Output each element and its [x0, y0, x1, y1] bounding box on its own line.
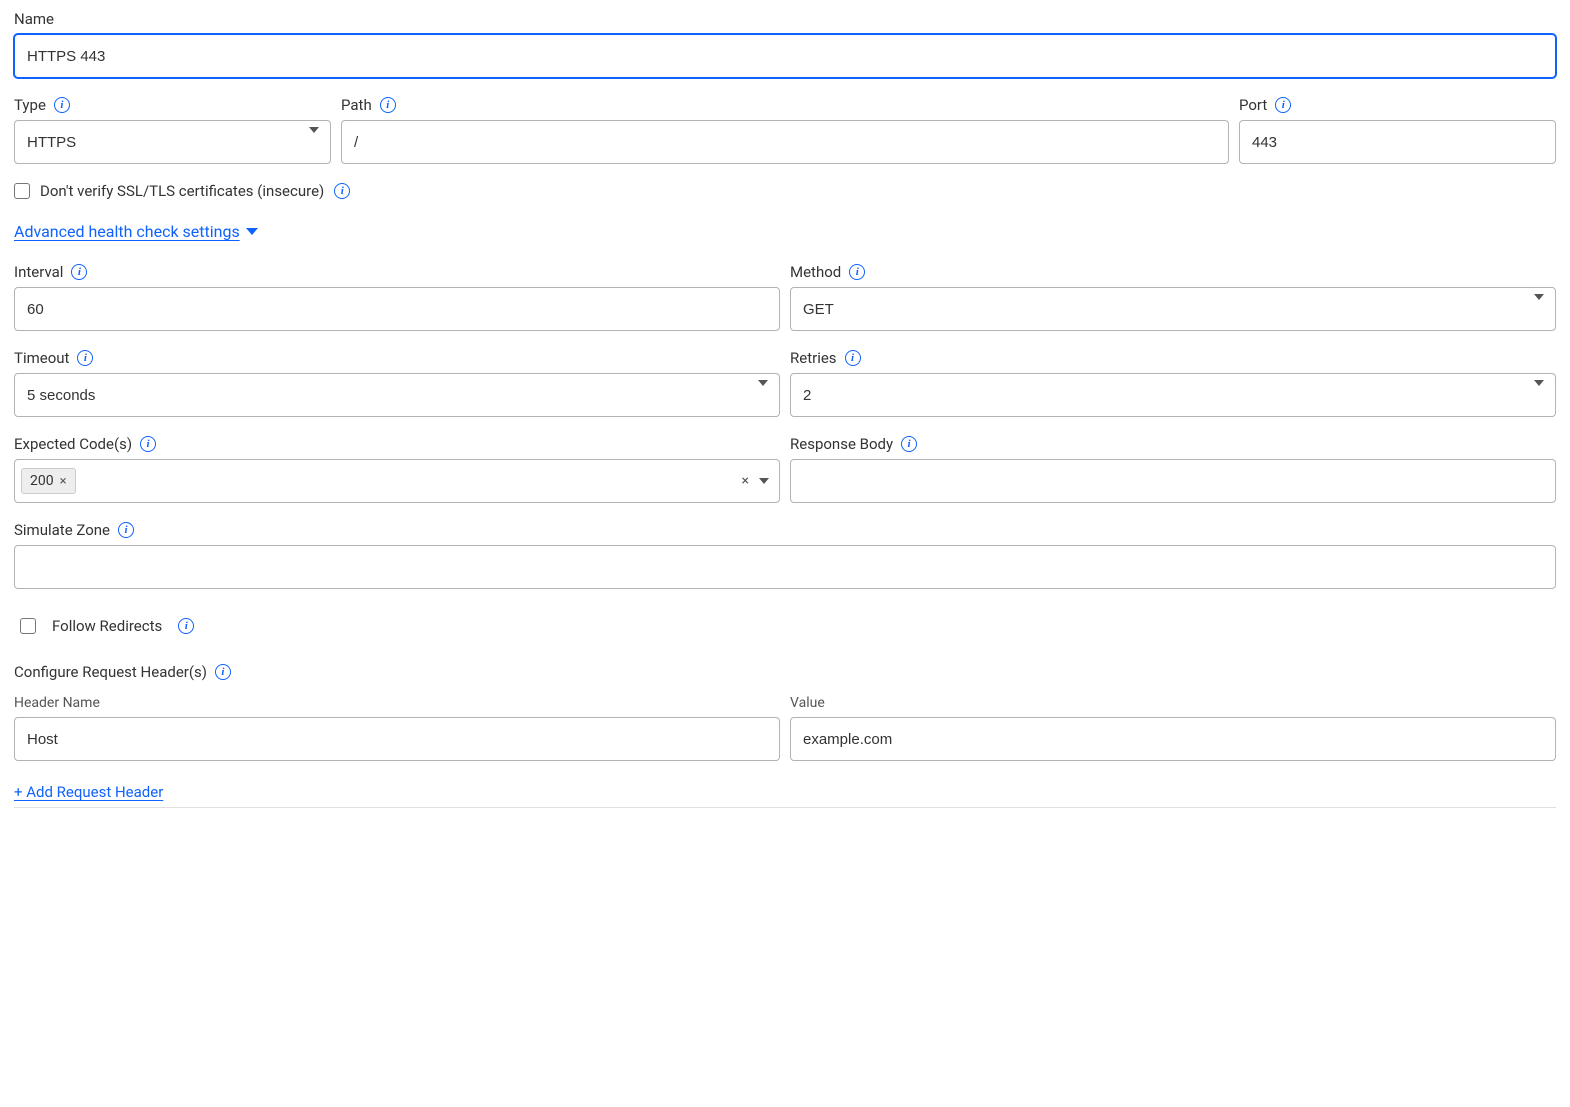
type-select[interactable]: HTTPS [14, 120, 331, 164]
header-value-col-label: Value [790, 695, 1556, 711]
clear-all-icon[interactable]: × [742, 473, 749, 489]
timeout-select-value: 5 seconds [27, 387, 95, 404]
ssl-verify-checkbox[interactable] [14, 183, 30, 199]
info-icon[interactable]: i [215, 664, 231, 680]
response-body-label: Response Body i [790, 435, 1556, 453]
method-label: Method i [790, 263, 1556, 281]
port-label: Port i [1239, 96, 1556, 114]
expected-codes-input[interactable]: 200 × × [14, 459, 780, 503]
divider [14, 807, 1556, 808]
timeout-select[interactable]: 5 seconds [14, 373, 780, 417]
simulate-zone-label: Simulate Zone i [14, 521, 1556, 539]
method-select[interactable]: GET [790, 287, 1556, 331]
info-icon[interactable]: i [849, 264, 865, 280]
header-name-col-label: Header Name [14, 695, 780, 711]
response-body-label-text: Response Body [790, 435, 893, 453]
info-icon[interactable]: i [118, 522, 134, 538]
advanced-settings-label: Advanced health check settings [14, 222, 240, 241]
interval-label: Interval i [14, 263, 780, 281]
info-icon[interactable]: i [178, 618, 194, 634]
caret-down-icon [246, 228, 258, 235]
type-label: Type i [14, 96, 331, 114]
expected-codes-label: Expected Code(s) i [14, 435, 780, 453]
name-input[interactable] [14, 34, 1556, 78]
type-select-value: HTTPS [27, 134, 76, 151]
method-select-value: GET [803, 301, 834, 318]
interval-label-text: Interval [14, 263, 63, 281]
info-icon[interactable]: i [77, 350, 93, 366]
path-label-text: Path [341, 96, 372, 114]
expected-code-tag-text: 200 [30, 473, 54, 489]
retries-label: Retries i [790, 349, 1556, 367]
chevron-down-icon[interactable] [759, 478, 769, 484]
ssl-verify-label: Don't verify SSL/TLS certificates (insec… [40, 182, 324, 200]
path-label: Path i [341, 96, 1229, 114]
advanced-settings-toggle[interactable]: Advanced health check settings [14, 222, 258, 241]
method-label-text: Method [790, 263, 841, 281]
info-icon[interactable]: i [901, 436, 917, 452]
info-icon[interactable]: i [140, 436, 156, 452]
add-request-header-link[interactable]: + Add Request Header [14, 783, 163, 801]
interval-input[interactable] [14, 287, 780, 331]
info-icon[interactable]: i [845, 350, 861, 366]
header-value-input[interactable] [790, 717, 1556, 761]
timeout-label: Timeout i [14, 349, 780, 367]
port-input[interactable] [1239, 120, 1556, 164]
info-icon[interactable]: i [71, 264, 87, 280]
configure-headers-label: Configure Request Header(s) i [14, 663, 1556, 681]
follow-redirects-checkbox[interactable] [20, 618, 36, 634]
retries-label-text: Retries [790, 349, 837, 367]
timeout-label-text: Timeout [14, 349, 69, 367]
expected-codes-label-text: Expected Code(s) [14, 435, 132, 453]
simulate-zone-label-text: Simulate Zone [14, 521, 110, 539]
expected-code-tag: 200 × [21, 468, 76, 494]
tag-remove-icon[interactable]: × [60, 474, 67, 489]
simulate-zone-input[interactable] [14, 545, 1556, 589]
type-label-text: Type [14, 96, 46, 114]
name-label-text: Name [14, 10, 54, 28]
retries-select[interactable]: 2 [790, 373, 1556, 417]
info-icon[interactable]: i [380, 97, 396, 113]
follow-redirects-label: Follow Redirects [52, 617, 162, 635]
retries-select-value: 2 [803, 387, 811, 404]
path-input[interactable] [341, 120, 1229, 164]
name-label: Name [14, 10, 1556, 28]
info-icon[interactable]: i [334, 183, 350, 199]
configure-headers-text: Configure Request Header(s) [14, 663, 207, 681]
header-name-input[interactable] [14, 717, 780, 761]
response-body-input[interactable] [790, 459, 1556, 503]
info-icon[interactable]: i [54, 97, 70, 113]
info-icon[interactable]: i [1275, 97, 1291, 113]
port-label-text: Port [1239, 96, 1267, 114]
